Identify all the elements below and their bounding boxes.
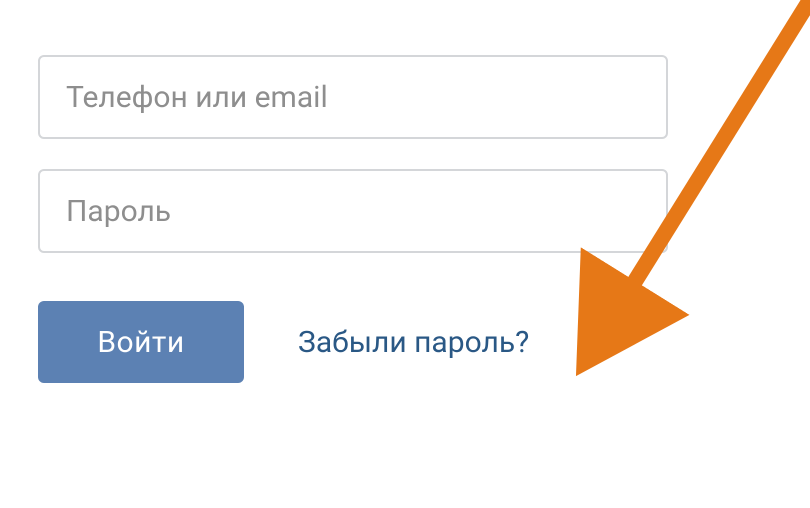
login-form: Войти Забыли пароль?	[38, 55, 668, 383]
login-button[interactable]: Войти	[38, 301, 244, 383]
action-row: Войти Забыли пароль?	[38, 301, 668, 383]
username-input[interactable]	[38, 55, 668, 139]
password-wrapper	[38, 169, 668, 253]
forgot-password-link[interactable]: Забыли пароль?	[298, 325, 529, 360]
password-input[interactable]	[38, 169, 668, 253]
